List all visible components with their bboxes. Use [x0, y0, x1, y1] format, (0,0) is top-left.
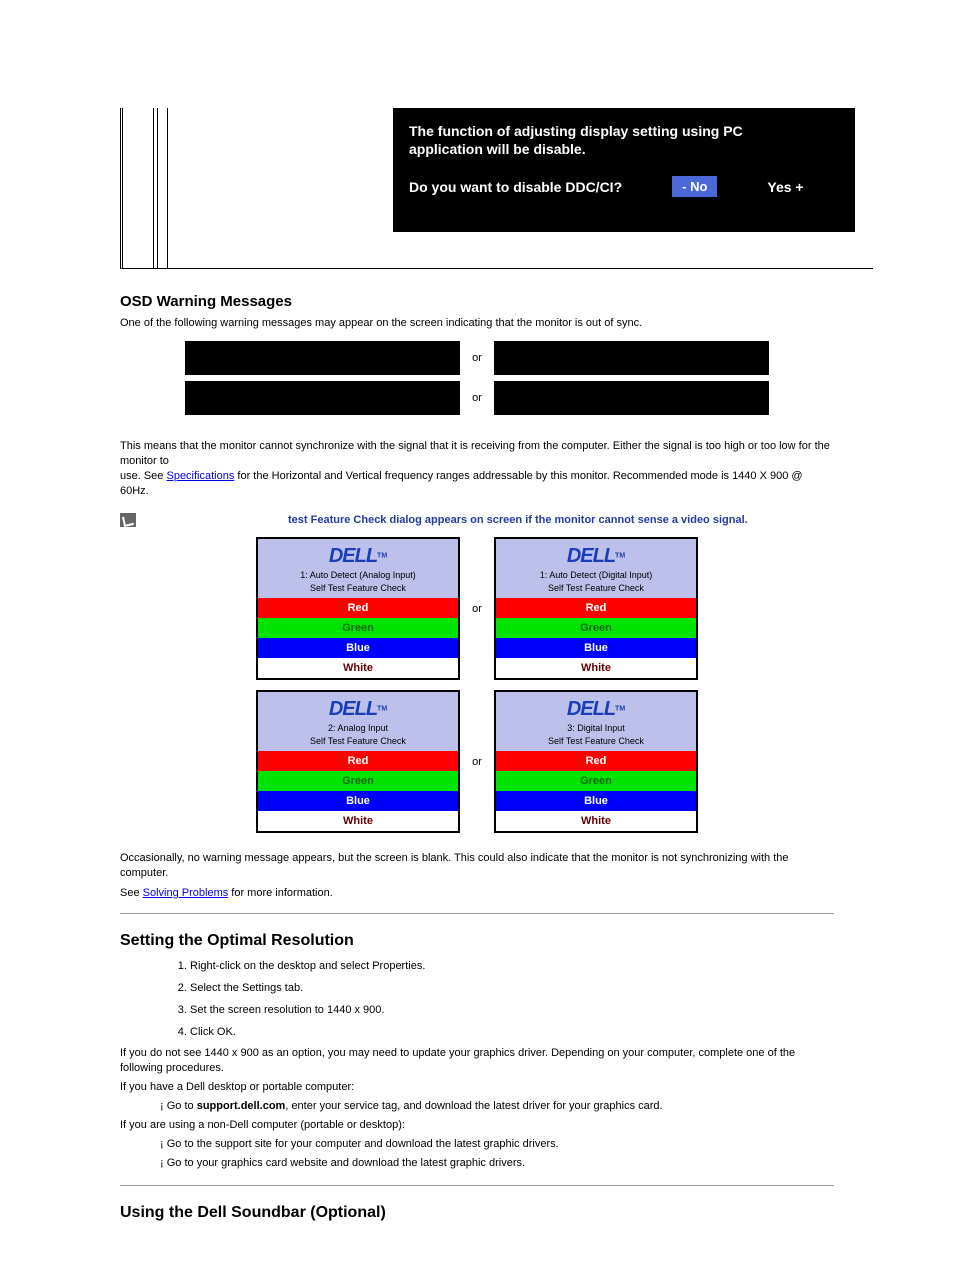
dell-tm: TM [377, 552, 387, 559]
selftest-card: DELLTM 2: Analog Input Self Test Feature… [256, 690, 460, 833]
non-dell-step1-text: Go to the support site for your computer… [167, 1138, 559, 1150]
dell-computer-para: If you have a Dell desktop or portable c… [120, 1080, 834, 1095]
section-divider [120, 913, 834, 914]
ddc-line1-text: The function of adjusting display settin… [409, 123, 743, 139]
sync-paragraph-2: use. See Specifications for the Horizont… [120, 469, 834, 499]
step-item: Click OK. [190, 1022, 814, 1042]
blank-screen-paragraph: Occasionally, no warning message appears… [120, 851, 834, 881]
dell-logo: DELL [567, 545, 615, 568]
warning-box [185, 341, 460, 375]
warning-box-row: or [0, 341, 954, 375]
selftest-card-header: DELLTM 2: Analog Input Self Test Feature… [258, 692, 458, 751]
step-item: Set the screen resolution to 1440 x 900. [190, 1000, 814, 1020]
band-blue: Blue [496, 638, 696, 658]
or-separator: or [468, 756, 486, 768]
or-separator: or [468, 352, 486, 364]
band-blue: Blue [258, 638, 458, 658]
soundbar-heading: Using the Dell Soundbar (Optional) [120, 1204, 834, 1222]
ddc-message-line: The function of adjusting display settin… [409, 122, 839, 158]
band-red: Red [258, 751, 458, 771]
note-text: test Feature Check dialog appears on scr… [148, 513, 748, 527]
sync-para-text1: This means that the monitor cannot synch… [120, 440, 830, 467]
para3-suffix: , enter your service tag, and download t… [285, 1100, 662, 1112]
selftest-row: DELLTM 2: Analog Input Self Test Feature… [256, 690, 698, 833]
dell-tm: TM [377, 705, 387, 712]
ddc-ci-dialog: The function of adjusting display settin… [393, 108, 855, 232]
selftest-card-header: DELLTM 1: Auto Detect (Analog Input) Sel… [258, 539, 458, 598]
band-white: White [258, 811, 458, 831]
support-dell-para: ¡ Go to support.dell.com, enter your ser… [160, 1099, 834, 1114]
selftest-sub1: 1: Auto Detect (Analog Input) [262, 570, 454, 581]
dell-logo: DELL [329, 545, 377, 568]
optimal-resolution-heading: Setting the Optimal Resolution [120, 932, 834, 950]
step-item: Right-click on the desktop and select Pr… [190, 956, 814, 976]
para3-prefix: Go to [167, 1100, 197, 1112]
band-green: Green [496, 771, 696, 791]
selftest-card: DELLTM 1: Auto Detect (Analog Input) Sel… [256, 537, 460, 680]
band-red: Red [496, 598, 696, 618]
selftest-card: DELLTM 1: Auto Detect (Digital Input) Se… [494, 537, 698, 680]
dell-logo: DELL [567, 698, 615, 721]
ddc-no-button[interactable]: - No [672, 176, 717, 197]
selftest-card-header: DELLTM 3: Digital Input Self Test Featur… [496, 692, 696, 751]
table-fragment: The function of adjusting display settin… [120, 108, 873, 269]
warning-box [494, 381, 769, 415]
selftest-sub2: Self Test Feature Check [262, 583, 454, 594]
dell-logo: DELL [329, 698, 377, 721]
or-separator: or [468, 392, 486, 404]
band-white: White [496, 811, 696, 831]
selftest-sub1: 2: Analog Input [262, 723, 454, 734]
selftest-row: DELLTM 1: Auto Detect (Analog Input) Sel… [256, 537, 698, 680]
sync-para2-prefix: use. See [120, 470, 166, 482]
ddc-prompt-text: Do you want to disable DDC/CI? [409, 179, 622, 195]
ddc-line2-text: application will be disable. [409, 141, 586, 157]
selftest-sub2: Self Test Feature Check [262, 736, 454, 747]
band-red: Red [496, 751, 696, 771]
section-divider [120, 1185, 834, 1186]
selftest-grid: DELLTM 1: Auto Detect (Analog Input) Sel… [0, 537, 954, 833]
support-dell-bold: support.dell.com [197, 1100, 286, 1112]
selftest-card-header: DELLTM 1: Auto Detect (Digital Input) Se… [496, 539, 696, 598]
note-icon [120, 513, 136, 527]
warning-box [494, 341, 769, 375]
selftest-sub1: 1: Auto Detect (Digital Input) [500, 570, 692, 581]
selftest-sub1: 3: Digital Input [500, 723, 692, 734]
band-green: Green [258, 618, 458, 638]
selftest-sub2: Self Test Feature Check [500, 583, 692, 594]
osd-warning-intro: One of the following warning messages ma… [120, 316, 834, 331]
band-blue: Blue [258, 791, 458, 811]
step-item: Select the Settings tab. [190, 978, 814, 998]
specifications-link[interactable]: Specifications [166, 470, 234, 482]
osd-warning-heading: OSD Warning Messages [120, 293, 834, 310]
see-link-row: See Solving Problems for more informatio… [120, 887, 834, 899]
selftest-card: DELLTM 3: Digital Input Self Test Featur… [494, 690, 698, 833]
or-separator: or [468, 603, 486, 615]
band-green: Green [258, 771, 458, 791]
selftest-sub2: Self Test Feature Check [500, 736, 692, 747]
ddc-prompt-row: Do you want to disable DDC/CI? - No Yes … [409, 176, 839, 197]
solving-problems-link[interactable]: Solving Problems [143, 887, 229, 899]
see-prefix: See [120, 887, 143, 899]
dell-tm: TM [615, 552, 625, 559]
non-dell-step2: ¡ Go to your graphics card website and d… [160, 1156, 834, 1171]
band-white: White [496, 658, 696, 678]
dell-tm: TM [615, 705, 625, 712]
warning-box-row: or [0, 381, 954, 415]
band-white: White [258, 658, 458, 678]
ddc-yes-button[interactable]: Yes + [767, 179, 803, 195]
non-dell-step1: ¡ Go to the support site for your comput… [160, 1137, 834, 1152]
non-dell-step2-text: Go to your graphics card website and dow… [167, 1157, 525, 1169]
resolution-steps: Right-click on the desktop and select Pr… [150, 956, 814, 1042]
band-red: Red [258, 598, 458, 618]
driver-update-para: If you do not see 1440 x 900 as an optio… [120, 1046, 834, 1076]
band-blue: Blue [496, 791, 696, 811]
see-suffix: for more information. [228, 887, 333, 899]
sync-paragraph: This means that the monitor cannot synch… [120, 439, 834, 469]
warning-box [185, 381, 460, 415]
note-rest: test Feature Check dialog appears on scr… [288, 514, 748, 526]
band-green: Green [496, 618, 696, 638]
non-dell-para: If you are using a non-Dell computer (po… [120, 1118, 834, 1133]
